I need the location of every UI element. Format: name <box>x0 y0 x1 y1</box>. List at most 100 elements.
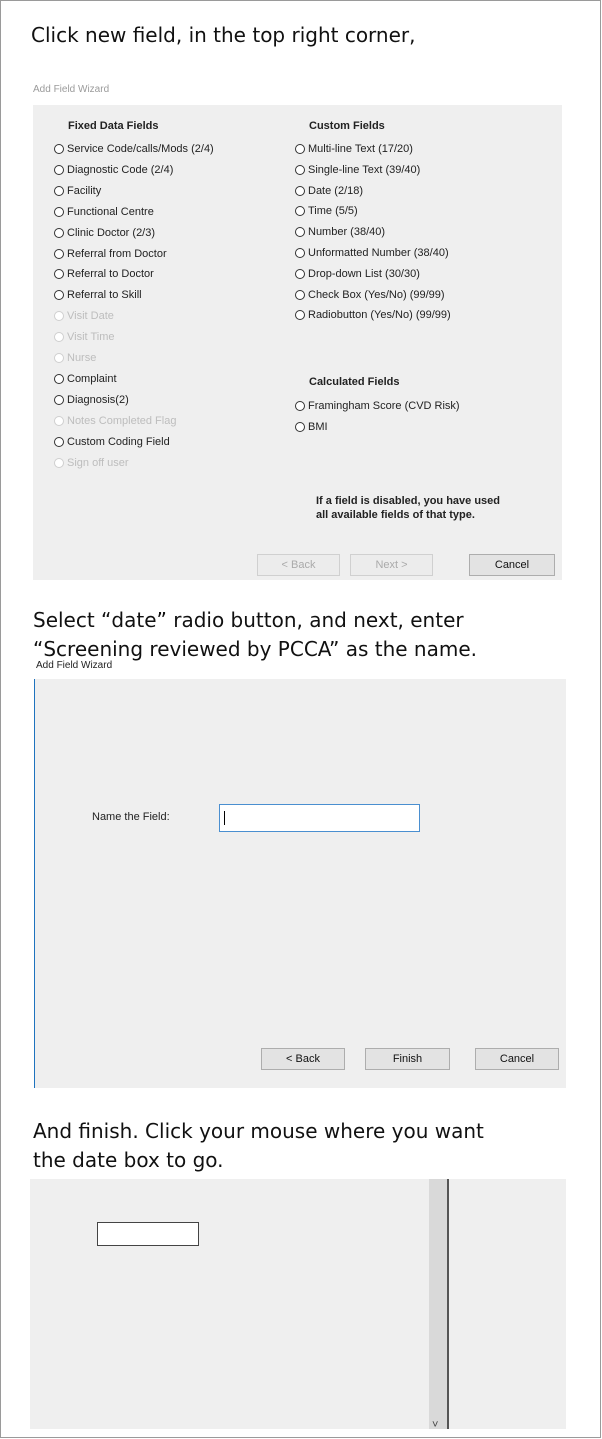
fixed-field-option-label: Custom Coding Field <box>67 435 170 448</box>
fixed-field-option-label: Referral to Skill <box>67 289 142 302</box>
custom-field-option[interactable]: Date (2/18) <box>295 181 363 201</box>
radio-circle-icon <box>54 164 64 175</box>
fixed-field-option[interactable]: Functional Centre <box>54 202 154 222</box>
fixed-field-option-label: Facility <box>67 184 102 197</box>
calculated-fields-header: Calculated Fields <box>309 376 400 388</box>
form-canvas[interactable]: ˅ <box>30 1179 566 1431</box>
instruction-step1: Click new field, in the top right corner… <box>31 23 416 47</box>
fixed-field-option[interactable]: Complaint <box>54 369 117 389</box>
name-field-label: Name the Field: <box>92 811 170 823</box>
fixed-field-option[interactable]: Custom Coding Field <box>54 432 170 452</box>
scroll-down-icon[interactable]: ˅ <box>432 1419 438 1431</box>
radio-circle-icon <box>295 227 305 238</box>
custom-field-option-label: Time (5/5) <box>308 205 358 218</box>
wizard2-finish-button[interactable]: Finish <box>365 1048 450 1070</box>
wizard2-panel: Name the Field: < Back Finish Cancel <box>34 679 566 1088</box>
custom-field-option[interactable]: Number (38/40) <box>295 222 385 242</box>
radio-circle-icon <box>54 311 64 322</box>
radio-circle-icon <box>295 268 305 279</box>
date-box[interactable] <box>97 1222 199 1246</box>
radio-circle-icon <box>54 394 64 405</box>
radio-circle-icon <box>295 421 305 432</box>
radio-circle-icon <box>54 269 64 280</box>
custom-fields-header: Custom Fields <box>309 120 385 132</box>
custom-field-option[interactable]: Multi-line Text (17/20) <box>295 139 413 159</box>
fixed-field-option: Notes Completed Flag <box>54 411 176 431</box>
custom-field-option[interactable]: Check Box (Yes/No) (99/99) <box>295 285 445 305</box>
calculated-field-option[interactable]: Framingham Score (CVD Risk) <box>295 396 460 416</box>
instruction-step3: And finish. Click your mouse where you w… <box>33 1117 484 1175</box>
instruction-step3-line1: And finish. Click your mouse where you w… <box>33 1119 484 1143</box>
fixed-field-option[interactable]: Diagnosis(2) <box>54 390 129 410</box>
text-caret <box>224 811 225 825</box>
custom-field-option-label: Date (2/18) <box>308 184 364 197</box>
fixed-field-option[interactable]: Referral to Skill <box>54 285 142 305</box>
radio-circle-icon <box>54 353 64 363</box>
wizard2-title: Add Field Wizard <box>36 660 113 671</box>
fixed-field-option-label: Complaint <box>67 372 117 385</box>
custom-field-option[interactable]: Time (5/5) <box>295 201 358 221</box>
radio-circle-icon <box>54 290 64 301</box>
wizard1-back-button[interactable]: < Back <box>257 554 340 576</box>
calculated-field-option-label: BMI <box>308 420 328 433</box>
custom-field-option[interactable]: Drop-down List (30/30) <box>295 264 420 284</box>
fixed-field-option[interactable]: Referral from Doctor <box>54 244 167 264</box>
instruction-step2: Select “date” radio button, and next, en… <box>33 606 477 664</box>
radio-circle-icon <box>54 332 64 343</box>
fixed-field-option[interactable]: Referral to Doctor <box>54 264 154 284</box>
radio-circle-icon <box>295 206 305 217</box>
fixed-field-option[interactable]: Diagnostic Code (2/4) <box>54 160 173 180</box>
fixed-field-option-label: Service Code/calls/Mods (2/4) <box>67 143 214 155</box>
wizard1-next-button[interactable]: Next > <box>350 554 433 576</box>
disabled-note-line1: If a field is disabled, you have used <box>316 495 500 507</box>
fixed-field-option[interactable]: Clinic Doctor (2/3) <box>54 223 155 243</box>
fixed-field-option-label: Visit Date <box>67 310 114 323</box>
radio-circle-icon <box>54 185 64 196</box>
radio-circle-icon <box>54 144 64 154</box>
instruction-step3-line2: the date box to go. <box>33 1148 224 1172</box>
radio-circle-icon <box>295 289 305 300</box>
fixed-field-option: Visit Date <box>54 306 114 326</box>
wizard1-cancel-button[interactable]: Cancel <box>469 554 555 576</box>
fixed-field-option: Nurse <box>54 348 96 368</box>
custom-field-option-label: Single-line Text (39/40) <box>308 163 421 176</box>
radio-circle-icon <box>295 248 305 258</box>
fixed-field-option[interactable]: Service Code/calls/Mods (2/4) <box>54 139 214 159</box>
radio-circle-icon <box>54 248 64 259</box>
fixed-field-option-label: Diagnosis(2) <box>67 393 129 406</box>
fixed-field-option: Sign off user <box>54 453 129 473</box>
radio-circle-icon <box>54 373 64 384</box>
custom-field-option[interactable]: Radiobutton (Yes/No) (99/99) <box>295 305 451 325</box>
radio-circle-icon <box>295 144 305 154</box>
custom-field-option-label: Radiobutton (Yes/No) (99/99) <box>308 309 451 322</box>
custom-field-option[interactable]: Single-line Text (39/40) <box>295 160 420 180</box>
radio-circle-icon <box>295 185 305 196</box>
custom-field-option[interactable]: Unformatted Number (38/40) <box>295 243 449 263</box>
radio-circle-icon <box>54 206 64 217</box>
calculated-field-option[interactable]: BMI <box>295 417 328 437</box>
calculated-field-option-label: Framingham Score (CVD Risk) <box>308 400 460 412</box>
custom-field-option-label: Multi-line Text (17/20) <box>308 143 413 155</box>
wizard1-panel: Fixed Data Fields Custom Fields Service … <box>33 105 562 580</box>
fixed-field-option-label: Nurse <box>67 352 97 364</box>
fixed-field-option-label: Clinic Doctor (2/3) <box>67 226 156 239</box>
custom-field-option-label: Number (38/40) <box>308 226 386 239</box>
radio-circle-icon <box>295 310 305 321</box>
custom-field-option-label: Drop-down List (30/30) <box>308 267 420 280</box>
fixed-field-option-label: Sign off user <box>67 456 129 469</box>
name-field-input[interactable] <box>219 804 420 832</box>
radio-circle-icon <box>295 164 305 175</box>
custom-field-option-label: Unformatted Number (38/40) <box>308 247 449 259</box>
custom-field-option-label: Check Box (Yes/No) (99/99) <box>308 288 445 301</box>
wizard2-cancel-button[interactable]: Cancel <box>475 1048 559 1070</box>
fixed-field-option-label: Visit Time <box>67 331 115 344</box>
fixed-field-option-label: Diagnostic Code (2/4) <box>67 163 174 176</box>
scrollbar[interactable]: ˅ <box>429 1179 449 1431</box>
radio-circle-icon <box>295 401 305 411</box>
fixed-field-option: Visit Time <box>54 327 114 347</box>
fixed-field-option[interactable]: Facility <box>54 181 101 201</box>
disabled-note-line2: all available fields of that type. <box>316 509 475 521</box>
wizard2-back-button[interactable]: < Back <box>261 1048 345 1070</box>
instruction-step2-line1: Select “date” radio button, and next, en… <box>33 608 464 632</box>
radio-circle-icon <box>54 227 64 238</box>
